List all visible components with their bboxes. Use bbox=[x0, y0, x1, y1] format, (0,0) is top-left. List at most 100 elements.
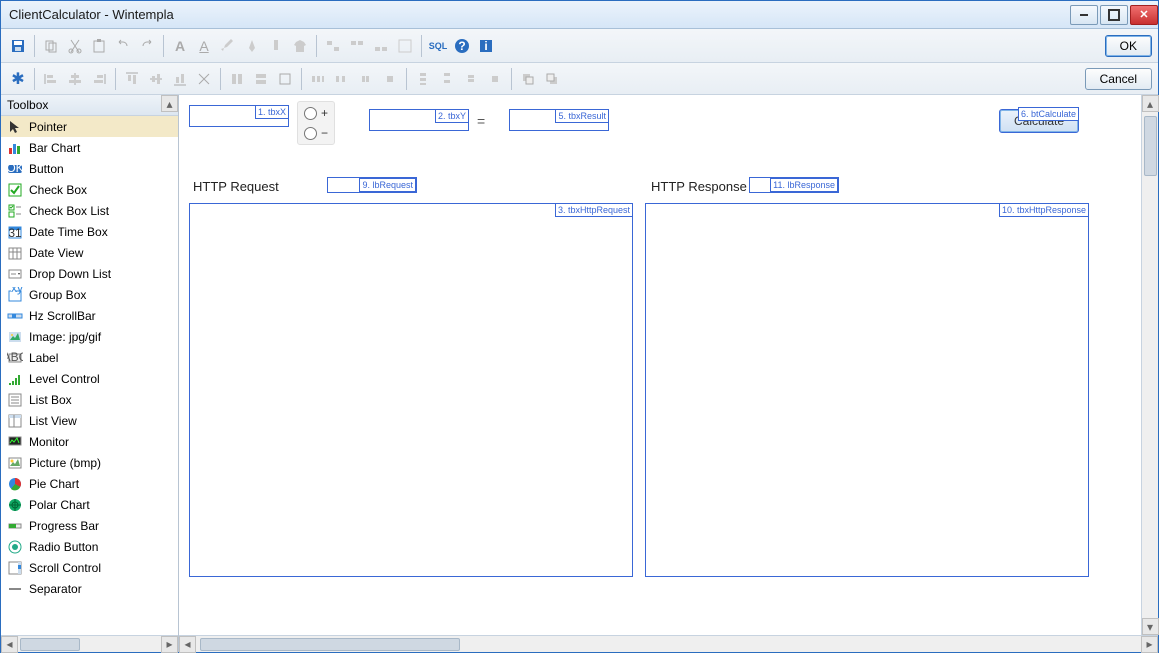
toolbox-item-pointer[interactable]: Pointer bbox=[1, 116, 178, 137]
radio-minus[interactable]: − bbox=[304, 126, 328, 140]
cancel-button[interactable]: Cancel bbox=[1085, 68, 1152, 90]
button-icon: OK bbox=[7, 161, 23, 177]
paste-icon[interactable] bbox=[88, 35, 110, 57]
info-icon[interactable]: i bbox=[475, 35, 497, 57]
scrollbar-thumb[interactable] bbox=[1144, 116, 1157, 176]
separator bbox=[163, 35, 164, 57]
scroll-up-button[interactable]: ▴ bbox=[161, 95, 178, 112]
toolbox-item-hscroll[interactable]: Hz ScrollBar bbox=[1, 305, 178, 326]
ok-button[interactable]: OK bbox=[1105, 35, 1152, 57]
textbox-result[interactable]: 5. tbxResult bbox=[509, 109, 609, 131]
textbox-x[interactable]: 1. tbxX bbox=[189, 105, 289, 127]
toolbox-item-picture[interactable]: Picture (bmp) bbox=[1, 452, 178, 473]
toolbox-item-dateview[interactable]: Date View bbox=[1, 242, 178, 263]
center-both-icon[interactable] bbox=[193, 68, 215, 90]
design-canvas[interactable]: 1. tbxX + − 2. tbxY = 5. tbxResult 6. bbox=[179, 95, 1141, 635]
scroll-left-icon[interactable]: ◂ bbox=[1, 636, 18, 653]
pen-icon[interactable] bbox=[241, 35, 263, 57]
toolbox-item-listbox[interactable]: List Box bbox=[1, 389, 178, 410]
cut-icon[interactable] bbox=[64, 35, 86, 57]
bring-front-icon[interactable] bbox=[517, 68, 539, 90]
font-underline-icon[interactable]: A bbox=[193, 35, 215, 57]
toolbox-item-label: Button bbox=[29, 162, 64, 176]
align-group3-icon[interactable] bbox=[370, 35, 392, 57]
textbox-y[interactable]: 2. tbxY bbox=[369, 109, 469, 131]
toolbox-item-radio[interactable]: Radio Button bbox=[1, 536, 178, 557]
toolbox-item-checkboxlist[interactable]: Check Box List bbox=[1, 200, 178, 221]
align-middle-icon[interactable] bbox=[145, 68, 167, 90]
vspace-remove-icon[interactable] bbox=[484, 68, 506, 90]
toolbox-item-button[interactable]: OK Button bbox=[1, 158, 178, 179]
scroll-left-icon[interactable]: ◂ bbox=[179, 636, 196, 653]
http-response-label-tagbox[interactable]: 11. lbResponse bbox=[749, 177, 839, 193]
vspace-equal-icon[interactable] bbox=[412, 68, 434, 90]
toolbox-item-separator[interactable]: Separator bbox=[1, 578, 178, 599]
minimize-button[interactable] bbox=[1070, 5, 1098, 25]
tshirt-icon[interactable] bbox=[289, 35, 311, 57]
sql-icon[interactable]: SQL bbox=[427, 35, 449, 57]
toolbox-item-listview[interactable]: List View bbox=[1, 410, 178, 431]
operator-radio-group[interactable]: + − bbox=[297, 101, 335, 145]
align-left-icon[interactable] bbox=[40, 68, 62, 90]
copy-icon[interactable] bbox=[40, 35, 62, 57]
toolbox-item-image[interactable]: Image: jpg/gif bbox=[1, 326, 178, 347]
textbox-http-request[interactable]: 3. tbxHttpRequest bbox=[189, 203, 633, 577]
hspace-equal-icon[interactable] bbox=[307, 68, 329, 90]
align-top-icon[interactable] bbox=[121, 68, 143, 90]
textbox-http-response[interactable]: 10. tbxHttpResponse bbox=[645, 203, 1089, 577]
toolbox-item-checkbox[interactable]: Check Box bbox=[1, 179, 178, 200]
help-icon[interactable]: ? bbox=[451, 35, 473, 57]
toolbox-item-polar[interactable]: Polar Chart bbox=[1, 494, 178, 515]
align-group2-icon[interactable] bbox=[346, 35, 368, 57]
scrollbar-thumb[interactable] bbox=[200, 638, 460, 651]
toolbox-item-dropdown[interactable]: Drop Down List bbox=[1, 263, 178, 284]
vspace-inc-icon[interactable] bbox=[436, 68, 458, 90]
vspace-dec-icon[interactable] bbox=[460, 68, 482, 90]
scroll-right-icon[interactable]: ▸ bbox=[1141, 636, 1158, 653]
snowflake-icon[interactable]: ✱ bbox=[7, 68, 29, 90]
align-center-h-icon[interactable] bbox=[64, 68, 86, 90]
hspace-dec-icon[interactable] bbox=[355, 68, 377, 90]
same-size-icon[interactable] bbox=[274, 68, 296, 90]
align-group1-icon[interactable] bbox=[322, 35, 344, 57]
toolbox-hscrollbar[interactable]: ◂ ▸ bbox=[1, 635, 178, 652]
align-group4-icon[interactable] bbox=[394, 35, 416, 57]
toolbox-item-groupbox[interactable]: xyGroup Box bbox=[1, 284, 178, 305]
toolbox-item-label[interactable]: ABCLabel bbox=[1, 347, 178, 368]
scrollbar-thumb[interactable] bbox=[20, 638, 80, 651]
calculate-button[interactable]: 6. btCalculate Calculate bbox=[999, 109, 1079, 133]
hspace-remove-icon[interactable] bbox=[379, 68, 401, 90]
toolbox-item-piechart[interactable]: Pie Chart bbox=[1, 473, 178, 494]
toolbox-item-progress[interactable]: Progress Bar bbox=[1, 515, 178, 536]
maximize-button[interactable] bbox=[1100, 5, 1128, 25]
canvas-vscrollbar[interactable]: ▴ ▾ bbox=[1141, 95, 1158, 635]
scroll-down-icon[interactable]: ▾ bbox=[1142, 618, 1159, 635]
http-request-label-tagbox[interactable]: 9. lbRequest bbox=[327, 177, 417, 193]
pencil-icon[interactable] bbox=[217, 35, 239, 57]
canvas-hscrollbar[interactable]: ◂ ▸ bbox=[179, 635, 1158, 652]
same-width-icon[interactable] bbox=[226, 68, 248, 90]
marker-icon[interactable] bbox=[265, 35, 287, 57]
align-right-icon[interactable] bbox=[88, 68, 110, 90]
font-bold-icon[interactable]: A bbox=[169, 35, 191, 57]
scroll-up-icon[interactable]: ▴ bbox=[1142, 95, 1159, 112]
scroll-right-icon[interactable]: ▸ bbox=[161, 636, 178, 653]
toolbox-item-level[interactable]: Level Control bbox=[1, 368, 178, 389]
picture-icon bbox=[7, 455, 23, 471]
same-height-icon[interactable] bbox=[250, 68, 272, 90]
close-button[interactable] bbox=[1130, 5, 1158, 25]
toolbox-item-scrollctl[interactable]: Scroll Control bbox=[1, 557, 178, 578]
redo-icon[interactable] bbox=[136, 35, 158, 57]
toolbox-item-monitor[interactable]: Monitor bbox=[1, 431, 178, 452]
toolbox-item-datetime[interactable]: 31Date Time Box bbox=[1, 221, 178, 242]
toolbox-item-barchart[interactable]: Bar Chart bbox=[1, 137, 178, 158]
scrollctl-icon bbox=[7, 560, 23, 576]
radio-plus[interactable]: + bbox=[304, 106, 328, 120]
undo-icon[interactable] bbox=[112, 35, 134, 57]
hscroll-icon bbox=[7, 308, 23, 324]
align-bottom-icon[interactable] bbox=[169, 68, 191, 90]
save-icon[interactable] bbox=[7, 35, 29, 57]
send-back-icon[interactable] bbox=[541, 68, 563, 90]
hspace-inc-icon[interactable] bbox=[331, 68, 353, 90]
separator bbox=[511, 68, 512, 90]
